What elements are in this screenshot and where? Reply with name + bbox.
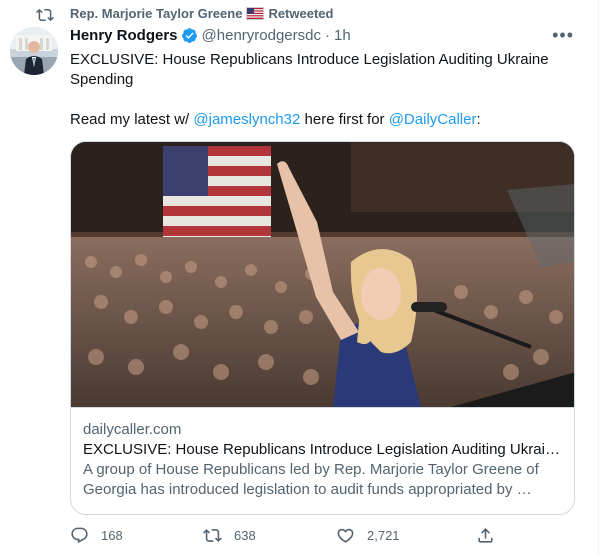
share-icon[interactable] (476, 526, 495, 545)
heart-icon[interactable] (336, 526, 355, 545)
retweet-button-icon[interactable] (203, 526, 222, 545)
tweet-timestamp[interactable]: 1h (334, 27, 351, 44)
tweet-text-line1: EXCLUSIVE: House Republicans Introduce L… (70, 51, 549, 88)
tweet-text-suffix: : (476, 111, 481, 128)
like-count: 2,721 (367, 528, 400, 543)
tweet-text-middle: here first for (300, 111, 389, 128)
card-image[interactable] (71, 142, 575, 407)
verified-badge-icon (181, 28, 197, 43)
tweet-header: Henry Rodgers @henryrodgersdc · 1h ••• (70, 25, 578, 46)
reply-icon[interactable] (70, 526, 89, 545)
retweet-count: 638 (234, 528, 256, 543)
avatar[interactable] (10, 27, 58, 75)
author-name[interactable]: Henry Rodgers (70, 27, 178, 44)
us-flag-icon (246, 7, 265, 20)
retweet-context: Rep. Marjorie Taylor Greene Retweeted (36, 6, 334, 22)
mention-dailycaller[interactable]: @DailyCaller (389, 111, 477, 128)
more-options-icon[interactable]: ••• (552, 25, 574, 46)
reply-action[interactable]: 168 (70, 526, 123, 545)
retweeted-label: Retweeted (268, 6, 334, 21)
tweet-text-prefix: Read my latest w/ (70, 111, 194, 128)
retweeter-name[interactable]: Rep. Marjorie Taylor Greene (70, 6, 242, 21)
tweet[interactable]: Rep. Marjorie Taylor Greene Retweeted He… (0, 0, 599, 555)
card-description: A group of House Republicans led by Rep.… (83, 461, 539, 498)
retweet-action[interactable]: 638 (203, 526, 256, 545)
tweet-text-line2: Read my latest w/ @jameslynch32 here fir… (70, 110, 570, 130)
separator-dot: · (324, 27, 330, 44)
share-action[interactable] (476, 526, 495, 545)
card-body[interactable]: dailycaller.com EXCLUSIVE: House Republi… (71, 407, 574, 514)
retweet-icon (36, 8, 54, 22)
like-action[interactable]: 2,721 (336, 526, 400, 545)
tweet-actions: 168 638 2,721 (70, 526, 500, 550)
link-card[interactable]: dailycaller.com EXCLUSIVE: House Republi… (70, 141, 575, 515)
author-handle[interactable]: @henryrodgersdc (202, 27, 321, 44)
card-title[interactable]: EXCLUSIVE: House Republicans Introduce L… (83, 440, 564, 460)
card-domain: dailycaller.com (83, 421, 182, 438)
mention-jameslynch32[interactable]: @jameslynch32 (193, 111, 300, 128)
reply-count: 168 (101, 528, 123, 543)
tweet-text: EXCLUSIVE: House Republicans Introduce L… (70, 50, 570, 130)
